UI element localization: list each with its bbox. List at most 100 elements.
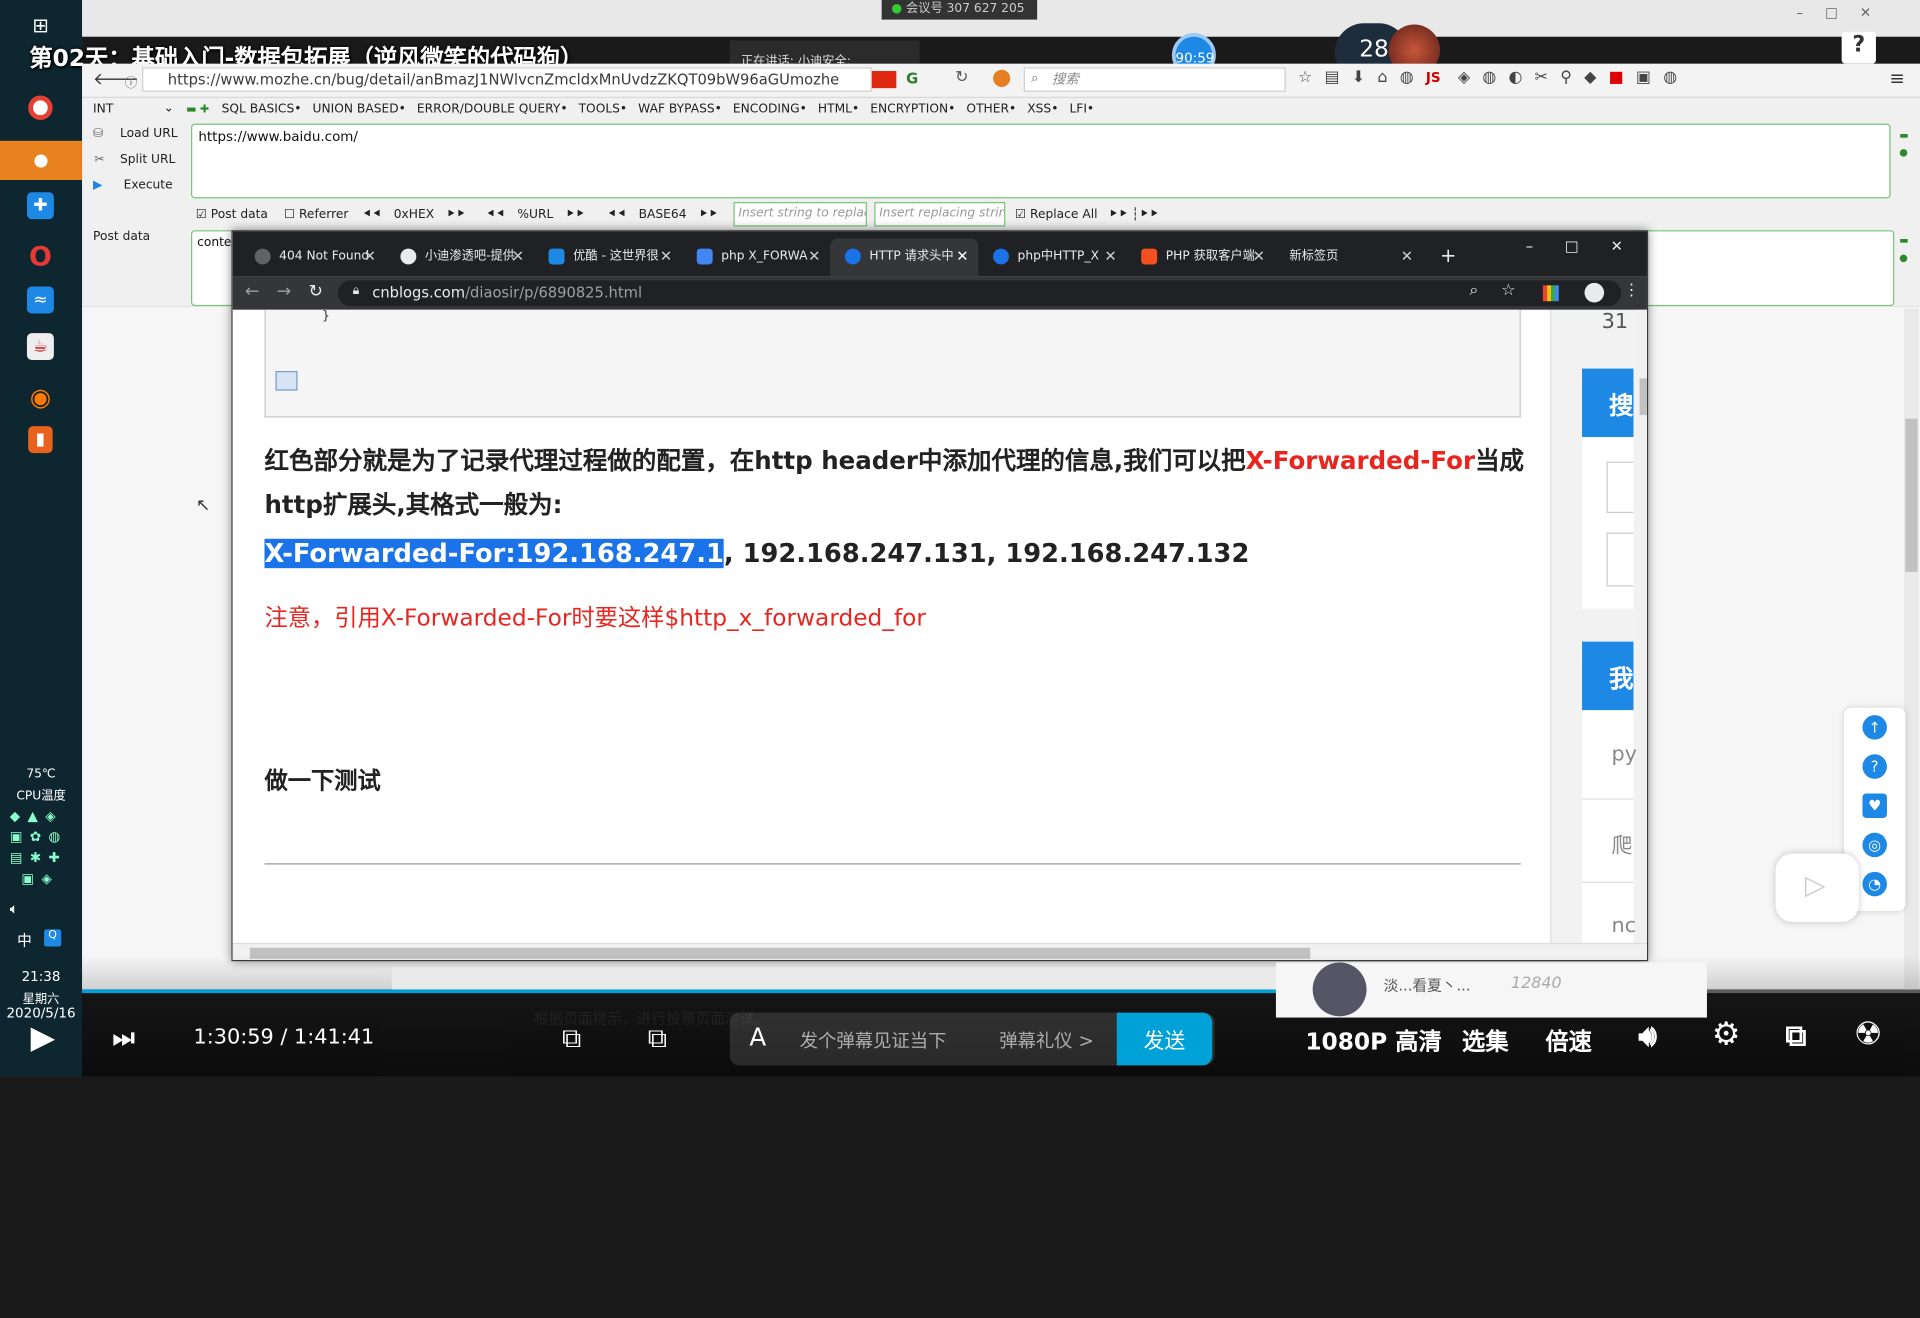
menu-union-based[interactable]: UNION BASED• bbox=[312, 103, 405, 116]
menu-html[interactable]: HTML• bbox=[818, 103, 859, 116]
firefox-url-input[interactable]: https://www.mozhe.cn/bug/detail/anBmazJ1… bbox=[142, 67, 872, 92]
execute-button[interactable]: Execute bbox=[124, 179, 173, 192]
chrome-window-controls[interactable]: –□✕ bbox=[1526, 238, 1647, 255]
kebab-menu-icon[interactable]: ⋮ bbox=[1624, 282, 1640, 300]
replace-string-input[interactable]: Insert string to replace bbox=[733, 202, 867, 227]
menu-error-double-query[interactable]: ERROR/DOUBLE QUERY• bbox=[417, 103, 568, 116]
heart-icon[interactable]: ♥ bbox=[1862, 793, 1887, 818]
tab-xiaodi[interactable]: 小迪渗透吧-提供 ✕ bbox=[386, 239, 534, 277]
sidebar-me-button[interactable]: 我 bbox=[1582, 641, 1634, 711]
replace-arrows[interactable]: ⯈⯈ ┆⯈⯈ bbox=[1108, 208, 1158, 221]
extension-icon[interactable] bbox=[1542, 285, 1559, 302]
windows-start-icon[interactable]: ⊞ bbox=[20, 7, 62, 41]
close-icon[interactable]: ✕ bbox=[1253, 239, 1265, 275]
qq-tray-icon[interactable]: Q bbox=[44, 929, 62, 947]
danmaku-settings-icon[interactable]: ⧉ bbox=[648, 1024, 667, 1055]
menu-icon[interactable]: ≡ bbox=[1889, 67, 1904, 89]
profile-icon[interactable] bbox=[1584, 282, 1605, 303]
close-icon[interactable]: ✕ bbox=[1104, 239, 1116, 275]
close-icon[interactable]: ✕ bbox=[660, 239, 672, 275]
menu-tools[interactable]: TOOLS• bbox=[579, 103, 628, 116]
tab-youku[interactable]: 优酷 - 这世界很 ✕ bbox=[534, 239, 682, 277]
danmaku-toggle-icon[interactable]: ⧉ bbox=[562, 1024, 581, 1055]
sidebar-item[interactable]: py bbox=[1611, 742, 1637, 766]
back-to-top-icon[interactable]: ↑ bbox=[1862, 715, 1887, 740]
volume-icon[interactable]: 🔊︎ bbox=[1638, 1019, 1657, 1053]
wechat-icon[interactable]: ◔ bbox=[1862, 871, 1887, 897]
question-icon[interactable]: ? bbox=[1862, 754, 1887, 779]
tab-php-client-ip[interactable]: PHP 获取客户端 ✕ bbox=[1127, 239, 1275, 277]
replace-all-checkbox[interactable]: ☑ Replace All bbox=[1015, 208, 1097, 221]
burp-taskbar-icon[interactable]: ▮ bbox=[28, 426, 53, 454]
window-controls[interactable]: –□✕ bbox=[1796, 5, 1893, 21]
chrome-forward-icon[interactable]: → bbox=[277, 282, 291, 302]
sidebar-item[interactable]: 爬 bbox=[1611, 828, 1632, 858]
referrer-checkbox[interactable]: ☐ Referrer bbox=[284, 208, 348, 221]
tray-icons[interactable]: ◆▲◈ ▣✿◍ ▤✱✚ ▣◈ bbox=[10, 806, 74, 892]
post-side-controls[interactable]: ▬ ● bbox=[1899, 233, 1908, 267]
sidebar-search-button[interactable]: 搜 bbox=[1582, 368, 1634, 438]
menu-encryption[interactable]: ENCRYPTION• bbox=[870, 103, 955, 116]
copy-code-icon[interactable] bbox=[275, 371, 298, 391]
hex-encoder[interactable]: ⯇⯇ 0xHEX ⯈⯈ bbox=[362, 208, 465, 221]
fullscreen-icon[interactable]: ☢ bbox=[1854, 1016, 1883, 1053]
tab-http-header-active[interactable]: HTTP 请求头中 ✕ bbox=[830, 238, 979, 277]
calendar-day[interactable]: 31 bbox=[1602, 310, 1628, 334]
url-encoder[interactable]: ⯇⯇ %URL ⯈⯈ bbox=[486, 208, 584, 221]
next-episode-button[interactable]: ⏭ bbox=[113, 1022, 135, 1051]
post-data-checkbox[interactable]: ☑ Post data bbox=[196, 208, 268, 221]
opera-taskbar-icon[interactable]: O bbox=[20, 240, 62, 274]
play-button[interactable]: ▶ bbox=[31, 1020, 68, 1057]
close-icon[interactable]: ✕ bbox=[364, 239, 376, 275]
tv-mascot-icon[interactable]: ▷ bbox=[1775, 853, 1859, 923]
sidebar-input-1[interactable] bbox=[1606, 461, 1634, 514]
replacing-string-input[interactable]: Insert replacing string bbox=[874, 202, 1006, 227]
menu-xss[interactable]: XSS• bbox=[1027, 103, 1058, 116]
chrome-reload-icon[interactable]: ↻ bbox=[309, 282, 323, 302]
tab-404[interactable]: 404 Not Found ✕ bbox=[238, 239, 386, 277]
selected-text[interactable]: X-Forwarded-For:192.168.247.1 bbox=[264, 538, 724, 569]
firefox-toolbar-icons[interactable]: ☆▤⬇⌂◍JS ◈◍◐✂⚲◆■▣◍ bbox=[1298, 69, 1689, 87]
bookmark-star-icon[interactable]: ☆ bbox=[1501, 282, 1515, 300]
close-icon[interactable]: ✕ bbox=[1401, 239, 1413, 275]
new-tab-button[interactable]: + bbox=[1440, 244, 1456, 267]
vertical-scroll-thumb[interactable] bbox=[1639, 378, 1647, 416]
close-icon[interactable]: ✕ bbox=[512, 239, 524, 275]
menu-sql-basics[interactable]: SQL BASICS• bbox=[222, 103, 302, 116]
clock-time[interactable]: 21:38 bbox=[0, 969, 82, 985]
reload-icon[interactable]: ↻ bbox=[955, 69, 968, 87]
settings-gear-icon[interactable]: ⚙ bbox=[1712, 1016, 1741, 1053]
send-button[interactable]: 发送 bbox=[1116, 1012, 1213, 1066]
menu-encoding[interactable]: ENCODING• bbox=[733, 103, 807, 116]
chrome-vertical-scrollbar[interactable] bbox=[1637, 309, 1647, 943]
base64-encoder[interactable]: ⯇⯇ BASE64 ⯈⯈ bbox=[607, 208, 717, 221]
volume-icon[interactable]: 🔈︎ bbox=[10, 900, 19, 918]
app-taskbar-icon[interactable]: ✚ bbox=[26, 192, 54, 220]
tab-new-tab[interactable]: 新标签页 ✕ bbox=[1275, 239, 1423, 277]
background-scrollbar[interactable] bbox=[1904, 308, 1919, 990]
extension-icon[interactable] bbox=[993, 69, 1011, 87]
load-url-button[interactable]: Load URL bbox=[120, 127, 178, 140]
url-side-controls[interactable]: ▬ ● bbox=[1899, 127, 1908, 161]
episodes-button[interactable]: 选集 bbox=[1462, 1024, 1509, 1057]
firefox-search-input[interactable]: 搜索 bbox=[1023, 67, 1286, 92]
quality-button[interactable]: 1080P 高清 bbox=[1305, 1024, 1441, 1057]
sidebar-input-2[interactable] bbox=[1606, 532, 1634, 587]
close-icon[interactable]: ✕ bbox=[808, 239, 820, 275]
java-taskbar-icon[interactable]: ☕ bbox=[26, 333, 54, 361]
speed-button[interactable]: 倍速 bbox=[1545, 1024, 1592, 1057]
danmaku-etiquette-link[interactable]: 弹幕礼仪 > bbox=[999, 1027, 1094, 1053]
tab-php-http-x[interactable]: php中HTTP_X ✕ bbox=[978, 239, 1126, 277]
background-scroll-thumb[interactable] bbox=[1905, 418, 1918, 572]
monitor-taskbar-icon[interactable]: ≈ bbox=[26, 286, 54, 314]
weibo-icon[interactable]: ◎ bbox=[1862, 832, 1887, 858]
chrome-taskbar-icon[interactable] bbox=[28, 95, 53, 121]
menu-waf-bypass[interactable]: WAF BYPASS• bbox=[638, 103, 722, 116]
chrome-address-bar[interactable]: cnblogs.com/diaosir/p/6890825.html bbox=[337, 280, 1622, 307]
font-style-icon[interactable]: A bbox=[749, 1022, 766, 1051]
help-icon[interactable]: ? bbox=[1841, 31, 1876, 64]
hackbar-url-textarea[interactable]: https://www.baidu.com/ bbox=[191, 123, 1891, 199]
sidebar-item[interactable]: nc bbox=[1611, 913, 1636, 937]
menu-lfi[interactable]: LFI• bbox=[1069, 103, 1094, 116]
ime-indicator[interactable]: 中 bbox=[17, 929, 32, 950]
